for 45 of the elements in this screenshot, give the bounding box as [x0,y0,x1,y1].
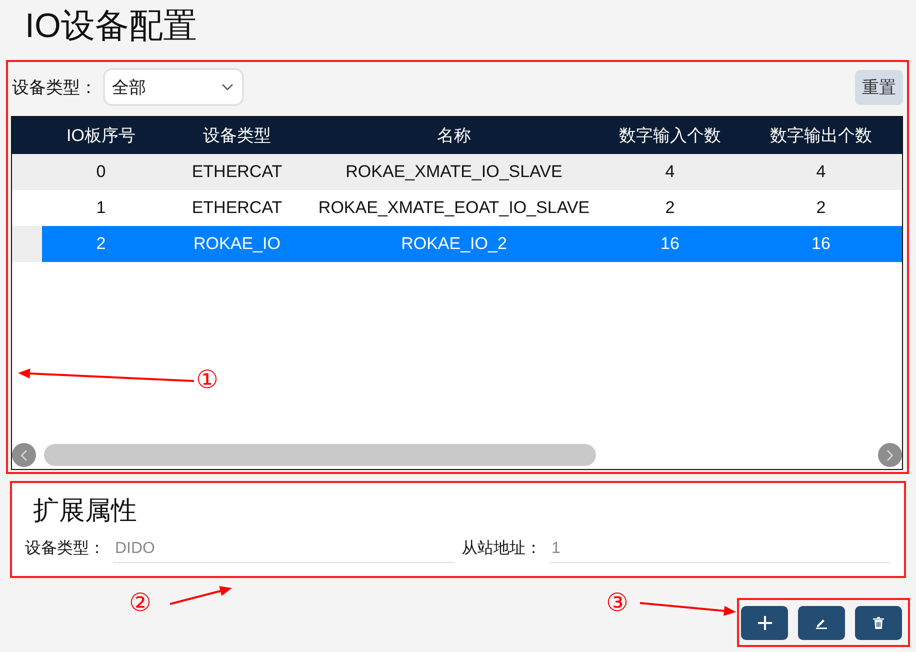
device-type-select[interactable]: 全部 [103,68,244,106]
table-cell-text: 16 [660,234,680,254]
table-cell-text: ETHERCAT [190,162,284,182]
filter-label: 设备类型： [12,76,97,98]
scroll-left-button[interactable] [12,443,36,467]
table-cell-text: ROKAE_XMATE_IO_SLAVE [344,162,564,182]
page-title: IO设备配置 [25,6,197,47]
table-cell-text: 16 [810,234,832,254]
scrollbar-thumb[interactable] [44,444,596,466]
annotation-number: ③ [606,589,628,617]
pencil-icon [815,617,828,629]
table-row[interactable]: 0 ETHERCAT ROKAE_XMATE_IO_SLAVE 4 4 [12,154,902,190]
annotation-number: ① [196,366,218,394]
column-header[interactable]: 数字输出个数 [746,124,896,147]
section-title: 扩展属性 [33,494,137,526]
table-cell-text: 4 [815,162,827,182]
reset-button[interactable]: 重置 [855,70,903,105]
chevron-left-icon [21,450,27,460]
table-cell-text: ROKAE_IO [192,234,282,254]
field-label: 从站地址： [462,538,542,559]
table-cell-text: 4 [664,162,676,182]
table-cell-text: ROKAE_IO_2 [400,234,508,254]
chevron-right-icon [887,450,893,460]
column-header[interactable]: IO板序号 [42,124,160,147]
table-row[interactable]: 2 ROKAE_IO ROKAE_IO_2 16 16 [12,226,902,262]
table-cell-text: 2 [815,198,827,218]
column-header[interactable]: 设备类型 [160,124,314,147]
table-cell-text: 2 [95,234,107,254]
table-cell-text: 1 [95,198,107,218]
plus-icon [758,616,772,630]
scroll-right-button[interactable] [878,443,902,467]
field-label: 设备类型： [25,538,105,559]
table-cell-text: 2 [664,198,676,218]
chevron-down-icon [222,84,233,90]
table-cell-text: ROKAE_XMATE_EOAT_IO_SLAVE [317,198,591,218]
trash-icon [873,617,884,629]
column-header[interactable]: 数字输入个数 [594,124,746,147]
table-cell-text: 0 [95,162,107,182]
column-header[interactable]: 名称 [314,124,594,147]
edit-button[interactable] [798,606,845,640]
delete-button[interactable] [855,606,902,640]
annotation-number: ② [129,589,151,617]
table-cell-text: ETHERCAT [190,198,284,218]
annotation-arrow [170,586,232,605]
add-button[interactable] [741,606,788,640]
